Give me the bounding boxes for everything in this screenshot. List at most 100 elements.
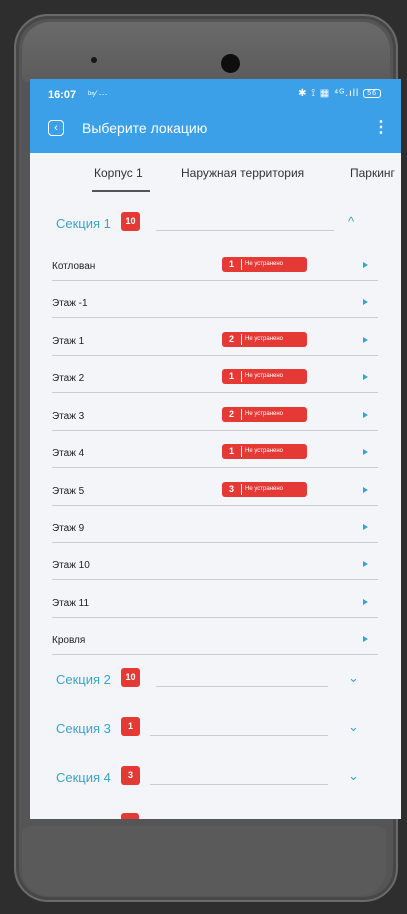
issue-status: Не устранено (245, 486, 283, 492)
issue-status: Не устранено (245, 336, 283, 342)
divider (52, 579, 378, 580)
sensor-dot (91, 57, 97, 63)
divider (52, 654, 378, 655)
status-right-icons: ✱ ⟟ ▦ ⁴ᴳ.ıll 56 (298, 88, 381, 99)
divider (150, 735, 328, 736)
issue-badge: 1 Не устранено (222, 444, 307, 459)
issue-count: 1 (228, 259, 234, 269)
row-label: Котлован (52, 261, 96, 272)
chevron-right-icon (363, 599, 368, 605)
badge-separator (241, 259, 242, 270)
section-count-badge: 10 (121, 668, 140, 687)
divider (52, 467, 378, 468)
chevron-right-icon (363, 374, 368, 380)
badge-separator (241, 446, 242, 457)
section-count-badge: 3 (121, 766, 140, 785)
section-header-1[interactable]: Секция 1 10 ^ (30, 212, 401, 252)
divider (156, 230, 334, 231)
chevron-right-icon (363, 487, 368, 493)
divider (52, 317, 378, 318)
list-item-floor-1[interactable]: Этаж 1 2 Не устранено (30, 324, 401, 361)
issue-count: 1 (228, 446, 234, 456)
section-header-3[interactable]: Секция 3 1 ⌄ (30, 717, 401, 757)
list-item-floor-minus-1[interactable]: Этаж -1 (30, 286, 401, 323)
issue-badge: 1 Не устранено (222, 257, 307, 272)
battery-icon: 56 (363, 88, 381, 98)
section-title: Секция 3 (56, 721, 111, 736)
back-button[interactable]: ‹ (48, 120, 64, 136)
list-item-floor-9[interactable]: Этаж 9 (30, 511, 401, 548)
list-item-floor-2[interactable]: Этаж 2 1 Не устранено (30, 361, 401, 398)
chevron-right-icon (363, 524, 368, 530)
issue-count: 1 (228, 371, 234, 381)
issue-count: 2 (228, 409, 234, 419)
divider (52, 430, 378, 431)
chevron-right-icon (363, 449, 368, 455)
divider (52, 280, 378, 281)
chevron-up-icon[interactable]: ^ (348, 214, 354, 229)
chevron-right-icon (363, 337, 368, 343)
divider (52, 355, 378, 356)
issue-status: Не устранено (245, 373, 283, 379)
divider (156, 686, 328, 687)
phone-bezel-top (22, 22, 390, 82)
list-item-floor-10[interactable]: Этаж 10 (30, 548, 401, 585)
status-left-icons: ᵇⁿ⁄ ··· (88, 89, 108, 99)
row-label: Этаж 2 (52, 373, 85, 384)
divider (52, 542, 378, 543)
issue-badge: 2 Не устранено (222, 407, 307, 422)
section-title: Секция 1 (56, 216, 111, 231)
chevron-right-icon (363, 262, 368, 268)
chevron-right-icon (363, 299, 368, 305)
tab-korpus-1[interactable]: Корпус 1 (94, 166, 143, 180)
issue-badge: 3 Не устранено (222, 482, 307, 497)
row-label: Этаж 4 (52, 448, 85, 459)
issue-badge: 1 Не устранено (222, 369, 307, 384)
section-header-4[interactable]: Секция 4 3 ⌄ (30, 766, 401, 806)
tab-parking[interactable]: Паркинг (350, 166, 395, 180)
page-title: Выберите локацию (82, 120, 208, 136)
section-header-2[interactable]: Секция 2 10 ⌄ (30, 668, 401, 708)
list-item-floor-3[interactable]: Этаж 3 2 Не устранено (30, 399, 401, 436)
chevron-down-icon[interactable]: ⌄ (348, 670, 359, 686)
status-icons: ✱ ⟟ ▦ ⁴ᴳ.ıll (298, 88, 360, 99)
section-count-badge: 1 (121, 717, 140, 736)
list-item-roof[interactable]: Кровля (30, 623, 401, 660)
tab-bar: Корпус 1 Наружная территория Паркинг (30, 153, 401, 194)
back-arrow-icon: ‹ (54, 121, 58, 134)
phone-chin (22, 826, 386, 896)
more-menu-button[interactable]: ⋮ (373, 117, 389, 137)
divider (52, 392, 378, 393)
list-item-kotlovan[interactable]: Котлован 1 Не устранено (30, 249, 401, 286)
row-label: Этаж 1 (52, 336, 85, 347)
section-count-badge-partial (121, 813, 139, 819)
row-label: Этаж 10 (52, 560, 90, 571)
row-label: Этаж 3 (52, 411, 85, 422)
list-item-floor-5[interactable]: Этаж 5 3 Не устранено (30, 474, 401, 511)
issue-status: Не устранено (245, 448, 283, 454)
section-count-badge: 10 (121, 212, 140, 231)
divider (52, 617, 378, 618)
issue-status: Не устранено (245, 411, 283, 417)
chevron-down-icon[interactable]: ⌄ (348, 768, 359, 784)
chevron-down-icon[interactable]: ⌄ (348, 719, 359, 735)
tab-outdoor-territory[interactable]: Наружная территория (181, 166, 304, 180)
app-bar: 16:07 ᵇⁿ⁄ ··· ✱ ⟟ ▦ ⁴ᴳ.ıll 56 ‹ Выберите … (30, 79, 401, 153)
list-item-floor-11[interactable]: Этаж 11 (30, 586, 401, 623)
badge-separator (241, 484, 242, 495)
issue-status: Не устранено (245, 261, 283, 267)
section-title: Секция 2 (56, 672, 111, 687)
screen: 16:07 ᵇⁿ⁄ ··· ✱ ⟟ ▦ ⁴ᴳ.ıll 56 ‹ Выберите … (30, 79, 401, 819)
section-title: Секция 4 (56, 770, 111, 785)
list-item-floor-4[interactable]: Этаж 4 1 Не устранено (30, 436, 401, 473)
row-label: Этаж -1 (52, 298, 88, 309)
active-tab-indicator (92, 190, 150, 192)
badge-separator (241, 409, 242, 420)
row-label: Этаж 9 (52, 523, 85, 534)
issue-count: 3 (228, 484, 234, 494)
row-label: Этаж 5 (52, 486, 85, 497)
front-camera (221, 54, 240, 73)
row-label: Кровля (52, 635, 86, 646)
issue-badge: 2 Не устранено (222, 332, 307, 347)
row-label: Этаж 11 (52, 598, 90, 609)
